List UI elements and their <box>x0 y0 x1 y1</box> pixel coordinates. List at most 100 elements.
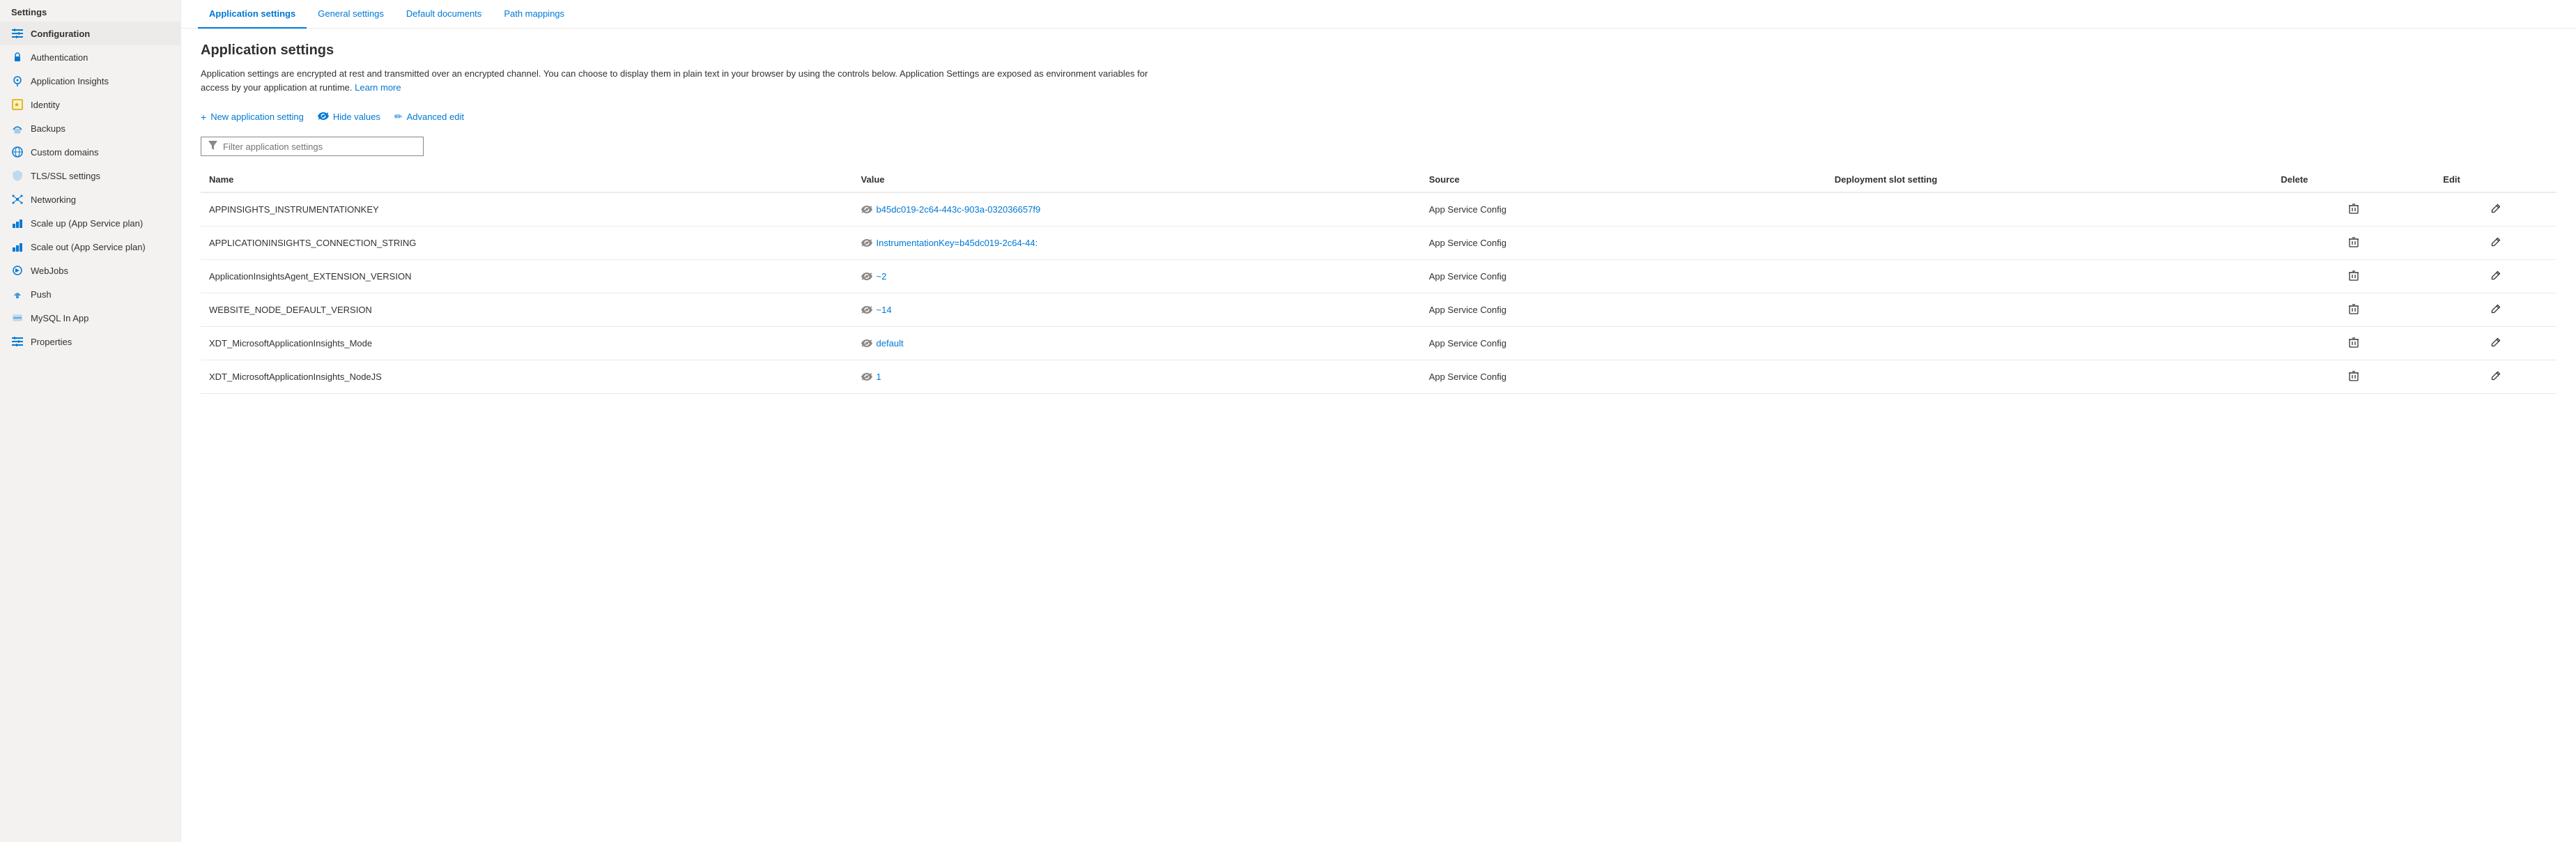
settings-table: Name Value Source Deployment slot settin… <box>201 167 2556 394</box>
tab-bar: Application settingsGeneral settingsDefa… <box>181 0 2576 29</box>
row-5-source: App Service Config <box>1421 360 1826 394</box>
filter-input-wrapper <box>201 137 424 156</box>
sidebar-item-push[interactable]: Push <box>0 282 180 306</box>
learn-more-link[interactable]: Learn more <box>355 82 401 93</box>
row-0-source: App Service Config <box>1421 192 1826 227</box>
identity-icon: ★ <box>11 98 24 111</box>
row-5-delete-button[interactable] <box>2343 367 2364 386</box>
table-row: WEBSITE_NODE_DEFAULT_VERSION~14App Servi… <box>201 293 2556 327</box>
row-4-value: default <box>853 327 1421 360</box>
row-3-name: WEBSITE_NODE_DEFAULT_VERSION <box>201 293 853 327</box>
configuration-icon <box>11 27 24 40</box>
row-1-source: App Service Config <box>1421 227 1826 260</box>
row-2-value-link[interactable]: ~2 <box>861 271 1412 282</box>
th-delete: Delete <box>2272 167 2435 192</box>
pencil-icon: ✏ <box>394 111 403 123</box>
sidebar-item-label-webjobs: WebJobs <box>31 266 68 276</box>
page-title: Application settings <box>201 43 2556 59</box>
row-1-delete-button[interactable] <box>2343 234 2364 252</box>
eye-icon <box>318 112 329 123</box>
th-name: Name <box>201 167 853 192</box>
row-5-deployment <box>1826 360 2272 394</box>
sidebar-item-configuration[interactable]: Configuration <box>0 22 180 45</box>
scale-out-icon <box>11 240 24 253</box>
row-0-edit-button[interactable] <box>2485 201 2506 218</box>
row-4-delete-button[interactable] <box>2343 334 2364 353</box>
sidebar-item-properties[interactable]: Properties <box>0 330 180 353</box>
th-source: Source <box>1421 167 1826 192</box>
sidebar-item-label-properties: Properties <box>31 337 72 347</box>
row-3-edit-button[interactable] <box>2485 301 2506 319</box>
sidebar-item-label-custom-domains: Custom domains <box>31 147 99 158</box>
sidebar-item-authentication[interactable]: Authentication <box>0 45 180 69</box>
backups-icon <box>11 122 24 135</box>
row-2-edit-cell <box>2435 260 2556 293</box>
filter-container <box>201 137 2556 156</box>
row-4-value-link[interactable]: default <box>861 338 1412 349</box>
content-area: Application settings Application setting… <box>181 29 2576 842</box>
sidebar-item-label-application-insights: Application Insights <box>31 76 109 86</box>
networking-icon <box>11 193 24 206</box>
sidebar-item-scale-out[interactable]: Scale out (App Service plan) <box>0 235 180 259</box>
row-0-delete-cell <box>2272 192 2435 227</box>
sidebar-item-mysql[interactable]: MySQL In App <box>0 306 180 330</box>
sidebar-item-label-authentication: Authentication <box>31 52 88 63</box>
sidebar-item-identity[interactable]: ★Identity <box>0 93 180 116</box>
row-4-delete-cell <box>2272 327 2435 360</box>
row-2-edit-button[interactable] <box>2485 268 2506 285</box>
sidebar-item-label-push: Push <box>31 289 52 300</box>
row-2-delete-button[interactable] <box>2343 267 2364 286</box>
sidebar-item-scale-up[interactable]: Scale up (App Service plan) <box>0 211 180 235</box>
new-application-setting-button[interactable]: + New application setting <box>201 109 304 125</box>
sidebar-item-application-insights[interactable]: Application Insights <box>0 69 180 93</box>
tab-path-mappings[interactable]: Path mappings <box>493 0 576 29</box>
row-1-value-link[interactable]: InstrumentationKey=b45dc019-2c64-44: <box>861 238 1412 248</box>
row-1-delete-cell <box>2272 227 2435 260</box>
row-1-edit-button[interactable] <box>2485 234 2506 252</box>
row-0-edit-cell <box>2435 192 2556 227</box>
row-4-edit-button[interactable] <box>2485 335 2506 352</box>
row-5-delete-cell <box>2272 360 2435 394</box>
sidebar-item-networking[interactable]: Networking <box>0 187 180 211</box>
authentication-icon <box>11 51 24 63</box>
row-3-value: ~14 <box>853 293 1421 327</box>
row-3-delete-cell <box>2272 293 2435 327</box>
row-0-value-link[interactable]: b45dc019-2c64-443c-903a-032036657f9 <box>861 204 1412 215</box>
sidebar-item-label-networking: Networking <box>31 194 76 205</box>
row-2-value: ~2 <box>853 260 1421 293</box>
row-0-value: b45dc019-2c64-443c-903a-032036657f9 <box>853 192 1421 227</box>
row-2-name: ApplicationInsightsAgent_EXTENSION_VERSI… <box>201 260 853 293</box>
tls-ssl-icon <box>11 169 24 182</box>
row-2-source: App Service Config <box>1421 260 1826 293</box>
row-3-delete-button[interactable] <box>2343 300 2364 319</box>
row-0-name: APPINSIGHTS_INSTRUMENTATIONKEY <box>201 192 853 227</box>
row-3-deployment <box>1826 293 2272 327</box>
sidebar-item-webjobs[interactable]: WebJobs <box>0 259 180 282</box>
row-1-name: APPLICATIONINSIGHTS_CONNECTION_STRING <box>201 227 853 260</box>
table-row: ApplicationInsightsAgent_EXTENSION_VERSI… <box>201 260 2556 293</box>
webjobs-icon <box>11 264 24 277</box>
application-insights-icon <box>11 75 24 87</box>
sidebar-item-custom-domains[interactable]: Custom domains <box>0 140 180 164</box>
filter-icon <box>208 141 217 152</box>
filter-application-settings-input[interactable] <box>223 141 416 152</box>
hide-values-button[interactable]: Hide values <box>318 109 380 125</box>
row-2-delete-cell <box>2272 260 2435 293</box>
sidebar-item-tls-ssl[interactable]: TLS/SSL settings <box>0 164 180 187</box>
plus-icon: + <box>201 112 206 123</box>
advanced-edit-button[interactable]: ✏ Advanced edit <box>394 108 464 125</box>
row-0-delete-button[interactable] <box>2343 200 2364 219</box>
row-1-deployment <box>1826 227 2272 260</box>
row-2-deployment <box>1826 260 2272 293</box>
row-5-edit-button[interactable] <box>2485 368 2506 385</box>
row-3-value-link[interactable]: ~14 <box>861 305 1412 315</box>
row-4-edit-cell <box>2435 327 2556 360</box>
tab-default-documents[interactable]: Default documents <box>395 0 493 29</box>
row-5-value-link[interactable]: 1 <box>861 372 1412 382</box>
tab-application-settings[interactable]: Application settings <box>198 0 307 29</box>
th-value: Value <box>853 167 1421 192</box>
tab-general-settings[interactable]: General settings <box>307 0 395 29</box>
main-content: Application settingsGeneral settingsDefa… <box>181 0 2576 842</box>
sidebar-item-backups[interactable]: Backups <box>0 116 180 140</box>
table-row: XDT_MicrosoftApplicationInsights_Modedef… <box>201 327 2556 360</box>
